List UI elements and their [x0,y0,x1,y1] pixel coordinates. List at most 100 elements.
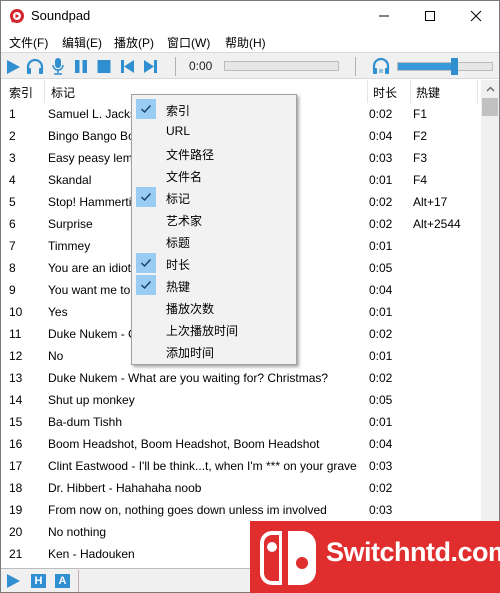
menu-play[interactable]: 播放(P) [114,34,154,51]
close-icon [470,10,482,22]
row-duration: 0:02 [369,107,393,121]
table-row[interactable]: 19 From now on, nothing goes down unless … [1,499,481,521]
context-menu-item[interactable]: 文件名 [134,164,294,186]
context-menu-item-label: 索引 [166,104,191,118]
close-button[interactable] [453,1,499,31]
checkmark-icon [136,99,156,119]
hotkeys-toggle-button[interactable]: H [31,574,46,588]
row-index: 14 [9,393,23,407]
stop-button[interactable] [95,58,113,75]
toolbar-separator [175,57,176,76]
volume-slider[interactable] [397,58,493,75]
menu-edit[interactable]: 编辑(E) [62,34,102,51]
context-menu-item[interactable]: 标题 [134,230,294,252]
row-hotkey: Alt+2544 [413,217,461,231]
playback-progress-bar[interactable] [224,61,339,71]
row-index: 13 [9,371,23,385]
menu-help[interactable]: 帮助(H) [225,34,266,51]
row-hotkey: F2 [413,129,428,143]
context-menu-item[interactable]: 热键 [134,274,294,296]
table-row[interactable]: 14 Shut up monkey 0:05 [1,389,481,411]
menu-window[interactable]: 窗口(W) [167,34,210,51]
table-row[interactable]: 13 Duke Nukem - What are you waiting for?… [1,367,481,389]
headphones-volume-icon [372,58,390,74]
column-divider[interactable] [44,80,45,103]
row-index: 4 [9,173,16,187]
volume-slider-fill [398,63,455,70]
context-menu-item-label: 文件路径 [166,148,215,162]
pause-icon [75,60,87,73]
volume-headphones-button[interactable] [372,58,390,75]
column-header-duration[interactable]: 时长 [373,84,397,101]
volume-slider-thumb[interactable] [451,58,459,75]
row-duration: 0:01 [369,239,393,253]
vertical-scrollbar[interactable] [481,80,499,568]
minimize-button[interactable] [361,1,407,31]
row-tag: No nothing [48,525,107,539]
checkmark-icon [136,187,156,207]
context-menu-item[interactable]: 播放次数 [134,296,294,318]
column-header-tag[interactable]: 标记 [51,84,75,101]
row-tag: Duke Nukem - What are you waiting for? C… [48,371,329,385]
statusbar-separator [78,570,79,592]
column-divider[interactable] [410,80,411,103]
row-duration: 0:01 [369,415,393,429]
row-tag: Yes [48,305,68,319]
row-tag: No [48,349,64,363]
autoplay-toggle-button[interactable]: A [55,574,70,588]
row-tag: Dr. Hibbert - Hahahaha noob [48,481,202,495]
column-divider[interactable] [367,80,368,103]
table-row[interactable]: 16 Boom Headshot, Boom Headshot, Boom Hea… [1,433,481,455]
row-tag: Timmey [48,239,91,253]
row-duration: 0:02 [369,195,393,209]
row-index: 7 [9,239,16,253]
table-row[interactable]: 17 Clint Eastwood - I'll be think...t, wh… [1,455,481,477]
context-menu-item[interactable]: 标记 [134,186,294,208]
row-duration: 0:02 [369,327,393,341]
column-divider[interactable] [477,80,478,103]
checkmark-icon [136,253,156,273]
context-menu-item[interactable]: 索引 [134,98,294,120]
row-duration: 0:04 [369,129,393,143]
previous-button[interactable] [118,58,136,75]
row-index: 5 [9,195,16,209]
table-row[interactable]: 18 Dr. Hibbert - Hahahaha noob 0:02 [1,477,481,499]
context-menu-item[interactable]: 时长 [134,252,294,274]
context-menu-item-label: 标记 [166,192,191,206]
menu-file[interactable]: 文件(F) [9,34,48,51]
microphone-button[interactable] [49,58,67,75]
row-duration: 0:05 [369,393,393,407]
column-header-hotkey[interactable]: 热键 [416,84,440,101]
row-index: 9 [9,283,16,297]
maximize-button[interactable] [407,1,453,31]
context-menu-item[interactable]: URL [134,120,294,142]
checkmark-icon [136,275,156,295]
headphones-button[interactable] [26,58,44,75]
row-index: 18 [9,481,23,495]
next-button[interactable] [141,58,159,75]
table-row[interactable]: 15 Ba-dum Tishh 0:01 [1,411,481,433]
row-index: 11 [9,327,22,341]
statusbar-play-button[interactable] [6,574,21,588]
context-menu-item-label: 添加时间 [166,346,215,360]
row-index: 12 [9,349,23,363]
title-bar: Soundpad [1,1,499,31]
scroll-up-button[interactable] [481,80,499,97]
pause-button[interactable] [72,58,90,75]
scrollbar-thumb[interactable] [482,98,498,116]
context-menu-item[interactable]: 上次播放时间 [134,318,294,340]
playback-time: 0:00 [189,59,213,73]
menu-bar: 文件(F) 编辑(E) 播放(P) 窗口(W) 帮助(H) [1,31,499,52]
row-duration: 0:02 [369,371,393,385]
window-title: Soundpad [31,8,91,23]
column-header-index[interactable]: 索引 [9,84,33,101]
row-tag: Shut up monkey [48,393,135,407]
row-tag: Skandal [48,173,92,187]
context-menu-item[interactable]: 添加时间 [134,340,294,362]
context-menu-item[interactable]: 文件路径 [134,142,294,164]
next-icon [143,60,157,73]
context-menu-item-label: 文件名 [166,170,203,184]
play-button[interactable] [4,58,22,75]
context-menu-item[interactable]: 艺术家 [134,208,294,230]
context-menu-item-label: URL [166,124,191,138]
